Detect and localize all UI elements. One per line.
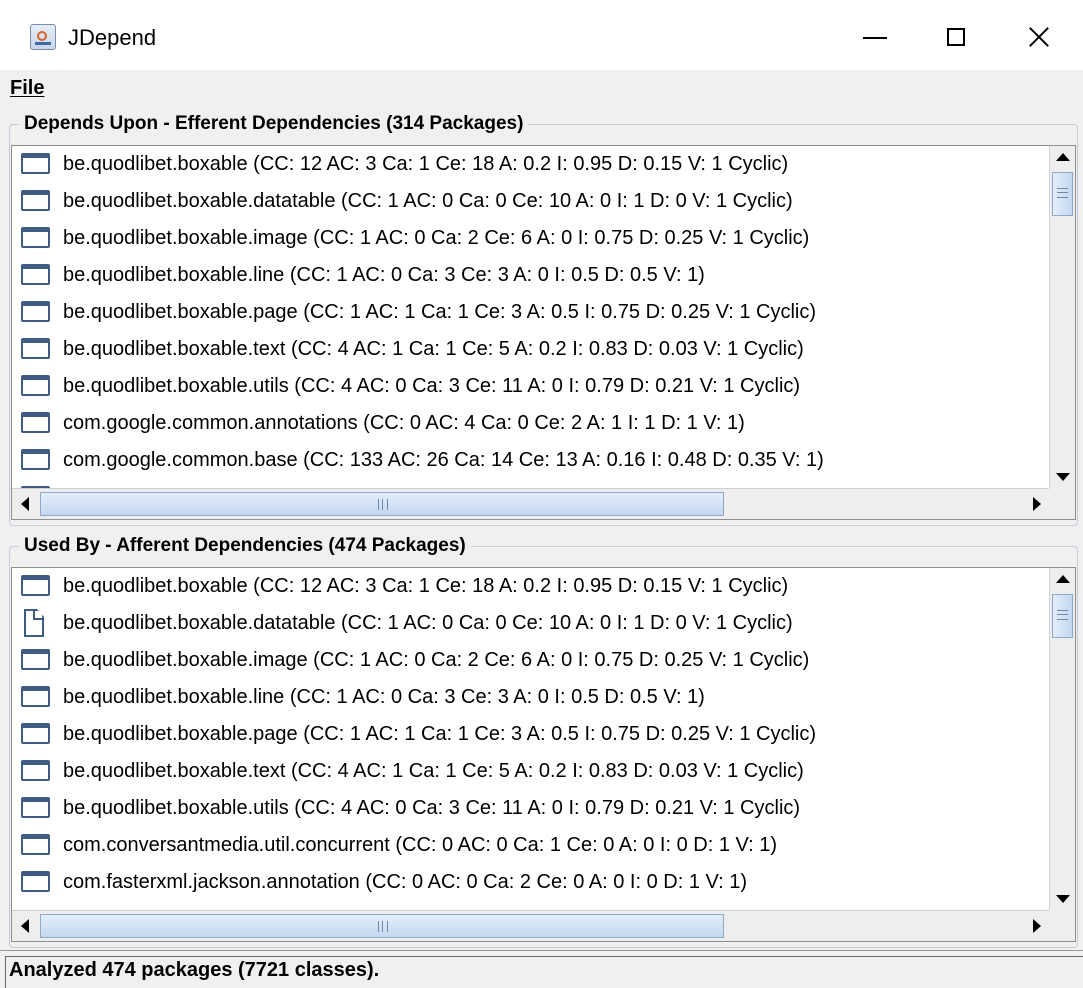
efferent-row-label: be.quodlibet.boxable.text (CC: 4 AC: 1 C… (63, 338, 804, 360)
scroll-right-arrow-icon[interactable] (1024, 489, 1050, 519)
package-icon (21, 227, 50, 248)
afferent-horizontal-scrollbar[interactable] (12, 910, 1050, 941)
efferent-row-label: com.google.common.base (CC: 133 AC: 26 C… (63, 449, 824, 471)
afferent-list-viewport[interactable]: be.quodlibet.boxable (CC: 12 AC: 3 Ca: 1… (12, 568, 1050, 910)
afferent-row-label: be.quodlibet.boxable.line (CC: 1 AC: 0 C… (63, 686, 705, 708)
efferent-row[interactable]: be.quodlibet.boxable.datatable (CC: 1 AC… (12, 183, 1050, 220)
title-bar[interactable]: JDepend (0, 6, 1083, 70)
document-icon (24, 609, 44, 637)
afferent-row-label: be.quodlibet.boxable.image (CC: 1 AC: 0 … (63, 649, 810, 671)
window-title: JDepend (68, 25, 157, 50)
efferent-row[interactable]: be.quodlibet.boxable.image (CC: 1 AC: 0 … (12, 220, 1050, 257)
efferent-row[interactable]: be.quodlibet.boxable (CC: 12 AC: 3 Ca: 1… (12, 146, 1050, 183)
efferent-row-partial[interactable] (12, 479, 1050, 488)
afferent-row[interactable]: be.quodlibet.boxable.utils (CC: 4 AC: 0 … (12, 790, 1050, 827)
close-button[interactable] (1000, 6, 1083, 70)
efferent-row-label: com.google.common.annotations (CC: 0 AC:… (63, 412, 745, 434)
afferent-row-label: be.quodlibet.boxable.text (CC: 4 AC: 1 C… (63, 760, 804, 782)
afferent-row-label: be.quodlibet.boxable (CC: 12 AC: 3 Ca: 1… (63, 575, 789, 597)
afferent-row[interactable]: be.quodlibet.boxable (CC: 12 AC: 3 Ca: 1… (12, 568, 1050, 605)
status-bar: Analyzed 474 packages (7721 classes). (0, 950, 1083, 988)
package-icon (21, 723, 50, 744)
vertical-scroll-thumb[interactable] (1052, 172, 1073, 216)
afferent-row[interactable]: com.conversantmedia.util.concurrent (CC:… (12, 827, 1050, 864)
afferent-row[interactable]: com.fasterxml.jackson.annotation (CC: 0 … (12, 864, 1050, 901)
scroll-corner (1049, 488, 1075, 519)
minimize-button[interactable] (840, 6, 924, 70)
package-icon (21, 686, 50, 707)
menu-bar: File (0, 70, 1083, 106)
scroll-up-arrow-icon[interactable] (1050, 568, 1075, 592)
efferent-row[interactable]: be.quodlibet.boxable.page (CC: 1 AC: 1 C… (12, 294, 1050, 331)
package-icon (21, 264, 50, 285)
scroll-right-arrow-icon[interactable] (1024, 911, 1050, 941)
scroll-up-arrow-icon[interactable] (1050, 146, 1075, 170)
efferent-row-label: be.quodlibet.boxable.utils (CC: 4 AC: 0 … (63, 375, 801, 397)
afferent-panel-title: Used By - Afferent Dependencies (474 Pac… (19, 534, 471, 558)
package-icon (21, 834, 50, 855)
afferent-row-label: be.quodlibet.boxable.page (CC: 1 AC: 1 C… (63, 723, 817, 745)
efferent-horizontal-scrollbar[interactable] (12, 488, 1050, 519)
efferent-panel: Depends Upon - Efferent Dependencies (31… (9, 106, 1081, 526)
horizontal-scroll-thumb[interactable] (40, 492, 724, 516)
afferent-row-label: be.quodlibet.boxable.utils (CC: 4 AC: 0 … (63, 797, 801, 819)
afferent-row[interactable]: be.quodlibet.boxable.text (CC: 4 AC: 1 C… (12, 753, 1050, 790)
afferent-row[interactable]: be.quodlibet.boxable.datatable (CC: 1 AC… (12, 605, 1050, 642)
maximize-button[interactable] (918, 6, 1002, 70)
scroll-down-arrow-icon[interactable] (1050, 464, 1075, 488)
efferent-row-label: be.quodlibet.boxable.image (CC: 1 AC: 0 … (63, 227, 810, 249)
afferent-panel: Used By - Afferent Dependencies (474 Pac… (9, 528, 1081, 948)
afferent-list[interactable]: be.quodlibet.boxable (CC: 12 AC: 3 Ca: 1… (11, 567, 1076, 942)
package-icon (21, 412, 50, 433)
horizontal-scroll-thumb[interactable] (40, 914, 724, 938)
package-icon (21, 190, 50, 211)
package-icon (21, 575, 50, 596)
scroll-down-arrow-icon[interactable] (1050, 886, 1075, 910)
efferent-list[interactable]: be.quodlibet.boxable (CC: 12 AC: 3 Ca: 1… (11, 145, 1076, 520)
package-icon (21, 153, 50, 174)
efferent-row[interactable]: com.google.common.base (CC: 133 AC: 26 C… (12, 442, 1050, 479)
afferent-vertical-scrollbar[interactable] (1049, 568, 1075, 910)
scroll-left-arrow-icon[interactable] (12, 911, 38, 941)
efferent-row[interactable]: be.quodlibet.boxable.line (CC: 1 AC: 0 C… (12, 257, 1050, 294)
efferent-row-label: be.quodlibet.boxable.line (CC: 1 AC: 0 C… (63, 264, 705, 286)
efferent-row[interactable]: be.quodlibet.boxable.text (CC: 4 AC: 1 C… (12, 331, 1050, 368)
vertical-scroll-thumb[interactable] (1052, 594, 1073, 638)
efferent-row[interactable]: be.quodlibet.boxable.utils (CC: 4 AC: 0 … (12, 368, 1050, 405)
menu-file[interactable]: File (10, 74, 44, 102)
afferent-row-label: be.quodlibet.boxable.datatable (CC: 1 AC… (63, 612, 793, 634)
package-icon (21, 375, 50, 396)
afferent-row[interactable]: be.quodlibet.boxable.line (CC: 1 AC: 0 C… (12, 679, 1050, 716)
package-icon (21, 338, 50, 359)
efferent-row-label: be.quodlibet.boxable.page (CC: 1 AC: 1 C… (63, 301, 817, 323)
package-icon (21, 449, 50, 470)
scroll-corner (1049, 910, 1075, 941)
efferent-row-label: be.quodlibet.boxable (CC: 12 AC: 3 Ca: 1… (63, 153, 789, 175)
scroll-left-arrow-icon[interactable] (12, 489, 38, 519)
package-icon (21, 760, 50, 781)
efferent-row[interactable]: com.google.common.annotations (CC: 0 AC:… (12, 405, 1050, 442)
efferent-vertical-scrollbar[interactable] (1049, 146, 1075, 488)
afferent-row-label: com.fasterxml.jackson.annotation (CC: 0 … (63, 871, 748, 893)
afferent-row[interactable]: be.quodlibet.boxable.page (CC: 1 AC: 1 C… (12, 716, 1050, 753)
package-icon (21, 649, 50, 670)
efferent-row-label: be.quodlibet.boxable.datatable (CC: 1 AC… (63, 190, 793, 212)
package-icon (21, 871, 50, 892)
status-text: Analyzed 474 packages (7721 classes). (9, 959, 380, 981)
package-icon (21, 797, 50, 818)
afferent-row[interactable]: be.quodlibet.boxable.image (CC: 1 AC: 0 … (12, 642, 1050, 679)
afferent-row-label: com.conversantmedia.util.concurrent (CC:… (63, 834, 778, 856)
package-icon (21, 301, 50, 322)
java-app-icon (30, 24, 56, 50)
efferent-panel-title: Depends Upon - Efferent Dependencies (31… (19, 112, 529, 136)
efferent-list-viewport[interactable]: be.quodlibet.boxable (CC: 12 AC: 3 Ca: 1… (12, 146, 1050, 488)
